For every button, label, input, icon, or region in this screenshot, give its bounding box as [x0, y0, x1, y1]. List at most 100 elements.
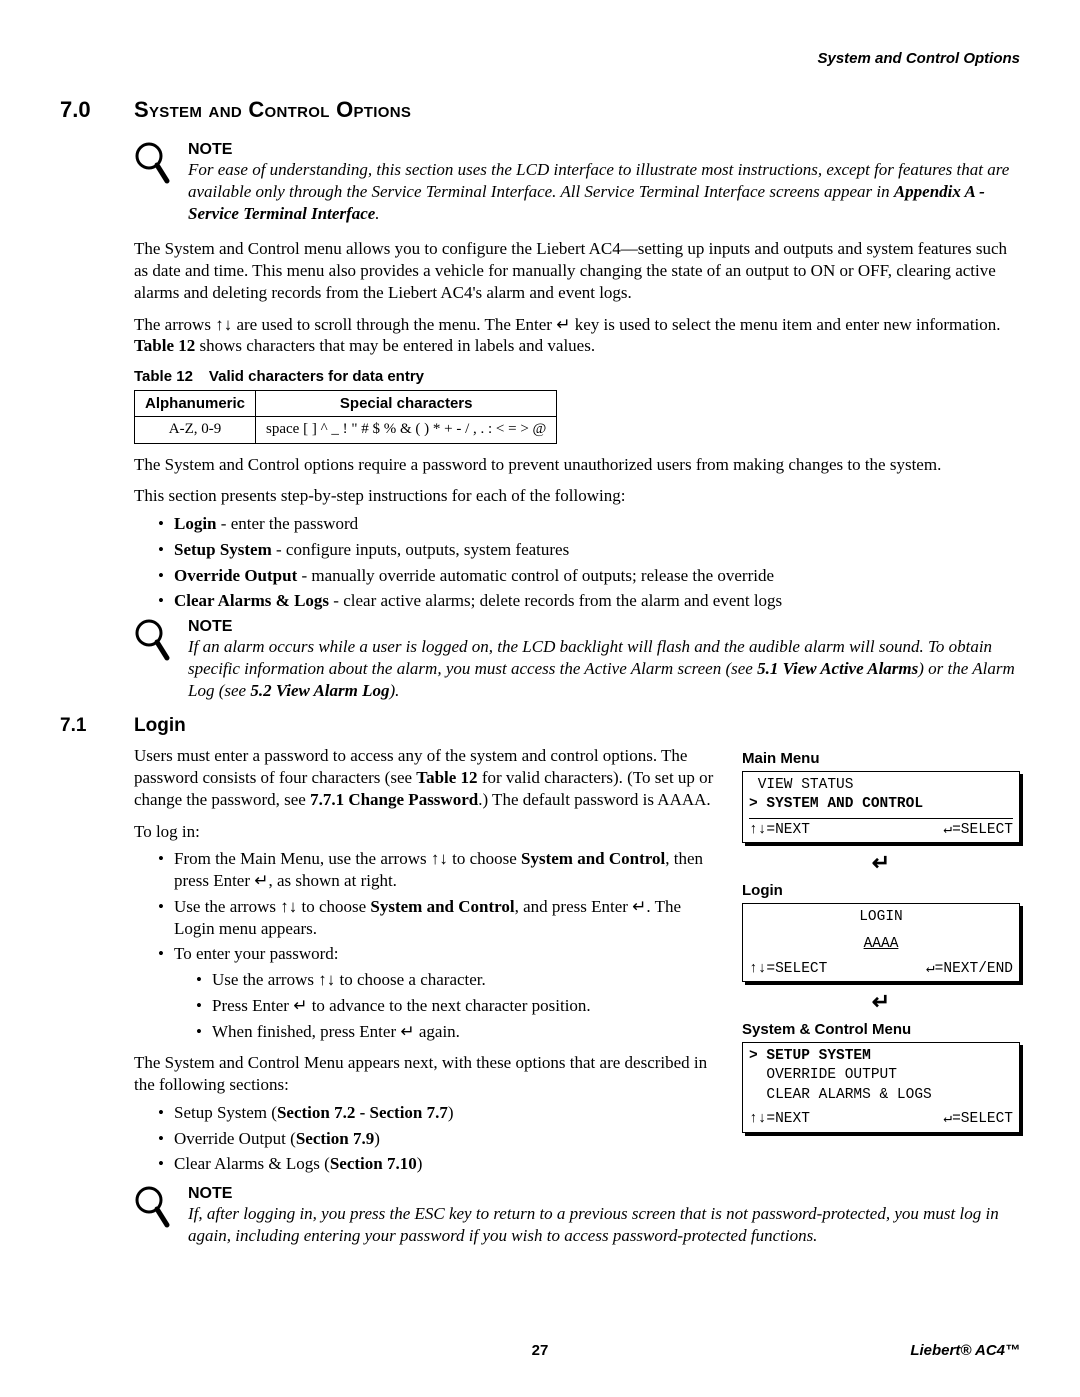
text-span: From the Main Menu, use the arrows ↑↓ to…: [174, 849, 521, 868]
lcd-column: Main Menu VIEW STATUS > SYSTEM AND CONTR…: [742, 745, 1020, 1139]
paragraph: The arrows ↑↓ are used to scroll through…: [134, 314, 1020, 358]
list-item: Clear Alarms & Logs - clear active alarm…: [158, 590, 1020, 612]
lcd-system-control: > SETUP SYSTEM OVERRIDE OUTPUT CLEAR ALA…: [742, 1042, 1020, 1133]
lcd-line: VIEW STATUS: [749, 776, 1013, 796]
list-term: Login: [174, 514, 217, 533]
list-item: Override Output (Section 7.9): [158, 1128, 720, 1150]
page-number: 27: [532, 1342, 549, 1359]
text-span: The arrows ↑↓ are used to scroll through…: [134, 315, 1001, 334]
list-term: Override Output: [174, 566, 297, 585]
note-text: If, after logging in, you press the ESC …: [188, 1203, 1020, 1247]
magnifier-icon: [134, 618, 170, 701]
section-number: 7.0: [60, 97, 110, 123]
sublist: Use the arrows ↑↓ to choose a character.…: [196, 969, 720, 1042]
paragraph: This section presents step-by-step instr…: [134, 485, 1020, 507]
list-desc: - manually override automatic control of…: [297, 566, 774, 585]
paragraph: Users must enter a password to access an…: [134, 745, 720, 810]
section-ref: Section 7.10: [330, 1154, 417, 1173]
table-caption: Table 12 Valid characters for data entry: [134, 367, 1020, 386]
list-item: To enter your password: Use the arrows ↑…: [158, 943, 720, 1042]
magnifier-icon: [134, 1185, 170, 1247]
lcd-line-selected: > SETUP SYSTEM: [749, 1047, 1013, 1067]
list-item: Press Enter ↵ to advance to the next cha…: [196, 995, 720, 1017]
enter-arrow-icon: ↵: [742, 988, 1020, 1016]
feature-list: Login - enter the password Setup System …: [158, 513, 1020, 612]
table-cell: space [ ] ^ _ ! " # $ % & ( ) * + - / , …: [256, 417, 557, 443]
paragraph: To log in:: [134, 821, 720, 843]
valid-chars-table: Alphanumeric Special characters A-Z, 0-9…: [134, 390, 557, 443]
text-span: ).: [390, 681, 400, 700]
section-title: System and Control Options: [134, 97, 411, 123]
note-text: For ease of understanding, this section …: [188, 159, 1020, 224]
lcd-title: Login: [742, 881, 1020, 900]
text-span: Use the arrows ↑↓ to choose: [174, 897, 370, 916]
note-block-2: NOTE If an alarm occurs while a user is …: [134, 618, 1020, 701]
list-desc: - clear active alarms; delete records fr…: [329, 591, 782, 610]
note-block-3: NOTE If, after logging in, you press the…: [134, 1185, 1020, 1247]
table-label: Table 12: [134, 368, 193, 385]
list-term: Setup System: [174, 540, 272, 559]
text-span: ): [448, 1103, 454, 1122]
menu-options-list: Setup System (Section 7.2 - Section 7.7)…: [158, 1102, 720, 1175]
cross-ref: 5.2 View Alarm Log: [250, 681, 389, 700]
lcd-line: CLEAR ALARMS & LOGS: [749, 1086, 1013, 1106]
note-text: If an alarm occurs while a user is logge…: [188, 636, 1020, 701]
running-header: System and Control Options: [60, 50, 1020, 67]
subsection-number: 7.1: [60, 715, 110, 737]
note-label: NOTE: [188, 141, 1020, 159]
list-term: Clear Alarms & Logs: [174, 591, 329, 610]
paragraph: The System and Control menu allows you t…: [134, 238, 1020, 303]
paragraph: The System and Control Menu appears next…: [134, 1052, 720, 1096]
lcd-title: System & Control Menu: [742, 1020, 1020, 1039]
list-item: Use the arrows ↑↓ to choose System and C…: [158, 896, 720, 940]
lcd-hint-right: ↵=SELECT: [943, 821, 1013, 841]
list-item: From the Main Menu, use the arrows ↑↓ to…: [158, 848, 720, 892]
menu-ref: System and Control: [521, 849, 665, 868]
login-body: Users must enter a password to access an…: [134, 745, 720, 1175]
list-item: Clear Alarms & Logs (Section 7.10): [158, 1153, 720, 1175]
subsection-heading: 7.1 Login: [60, 715, 1020, 737]
text-span: ): [374, 1129, 380, 1148]
lcd-login: LOGIN AAAA ↑↓=SELECT ↵=NEXT/END: [742, 903, 1020, 983]
table-cell: A-Z, 0-9: [135, 417, 256, 443]
text-span: Setup System (: [174, 1103, 277, 1122]
list-item: Login - enter the password: [158, 513, 1020, 535]
magnifier-icon: [134, 141, 170, 224]
note-text-span: For ease of understanding, this section …: [188, 160, 1009, 201]
lcd-hint-left: ↑↓=NEXT: [749, 1110, 810, 1130]
section-ref: Section 7.9: [296, 1129, 374, 1148]
list-item: When finished, press Enter ↵ again.: [196, 1021, 720, 1043]
table-title: Valid characters for data entry: [209, 368, 424, 385]
note-block-1: NOTE For ease of understanding, this sec…: [134, 141, 1020, 224]
list-desc: - enter the password: [217, 514, 359, 533]
text-span: Clear Alarms & Logs (: [174, 1154, 330, 1173]
lcd-hint-left: ↑↓=SELECT: [749, 960, 827, 980]
text-span: To enter your password:: [174, 944, 339, 963]
table-ref: Table 12: [134, 336, 195, 355]
cross-ref: 7.7.1 Change Password: [310, 790, 478, 809]
lcd-hint: ↑↓=NEXT ↵=SELECT: [749, 818, 1013, 841]
text-span: .) The default password is AAAA.: [478, 790, 710, 809]
lcd-line: OVERRIDE OUTPUT: [749, 1066, 1013, 1086]
table-header: Special characters: [256, 391, 557, 417]
note-label: NOTE: [188, 618, 1020, 636]
lcd-line: LOGIN: [749, 908, 1013, 928]
list-item: Use the arrows ↑↓ to choose a character.: [196, 969, 720, 991]
menu-ref: System and Control: [370, 897, 514, 916]
lcd-hint-right: ↵=NEXT/END: [926, 960, 1013, 980]
text-span: Override Output (: [174, 1129, 296, 1148]
lcd-hint: ↑↓=SELECT ↵=NEXT/END: [749, 958, 1013, 980]
text-span: ): [417, 1154, 423, 1173]
cross-ref: 5.1 View Active Alarms: [757, 659, 918, 678]
section-heading: 7.0 System and Control Options: [60, 97, 1020, 123]
lcd-hint: ↑↓=NEXT ↵=SELECT: [749, 1108, 1013, 1130]
list-item: Setup System - configure inputs, outputs…: [158, 539, 1020, 561]
lcd-hint-left: ↑↓=NEXT: [749, 821, 810, 841]
table-header: Alphanumeric: [135, 391, 256, 417]
page-footer: 27 Liebert® AC4™: [60, 1342, 1020, 1359]
subsection-title: Login: [134, 715, 186, 737]
list-item: Override Output - manually override auto…: [158, 565, 1020, 587]
note-label: NOTE: [188, 1185, 1020, 1203]
list-desc: - configure inputs, outputs, system feat…: [272, 540, 569, 559]
product-name: Liebert® AC4™: [910, 1342, 1020, 1359]
